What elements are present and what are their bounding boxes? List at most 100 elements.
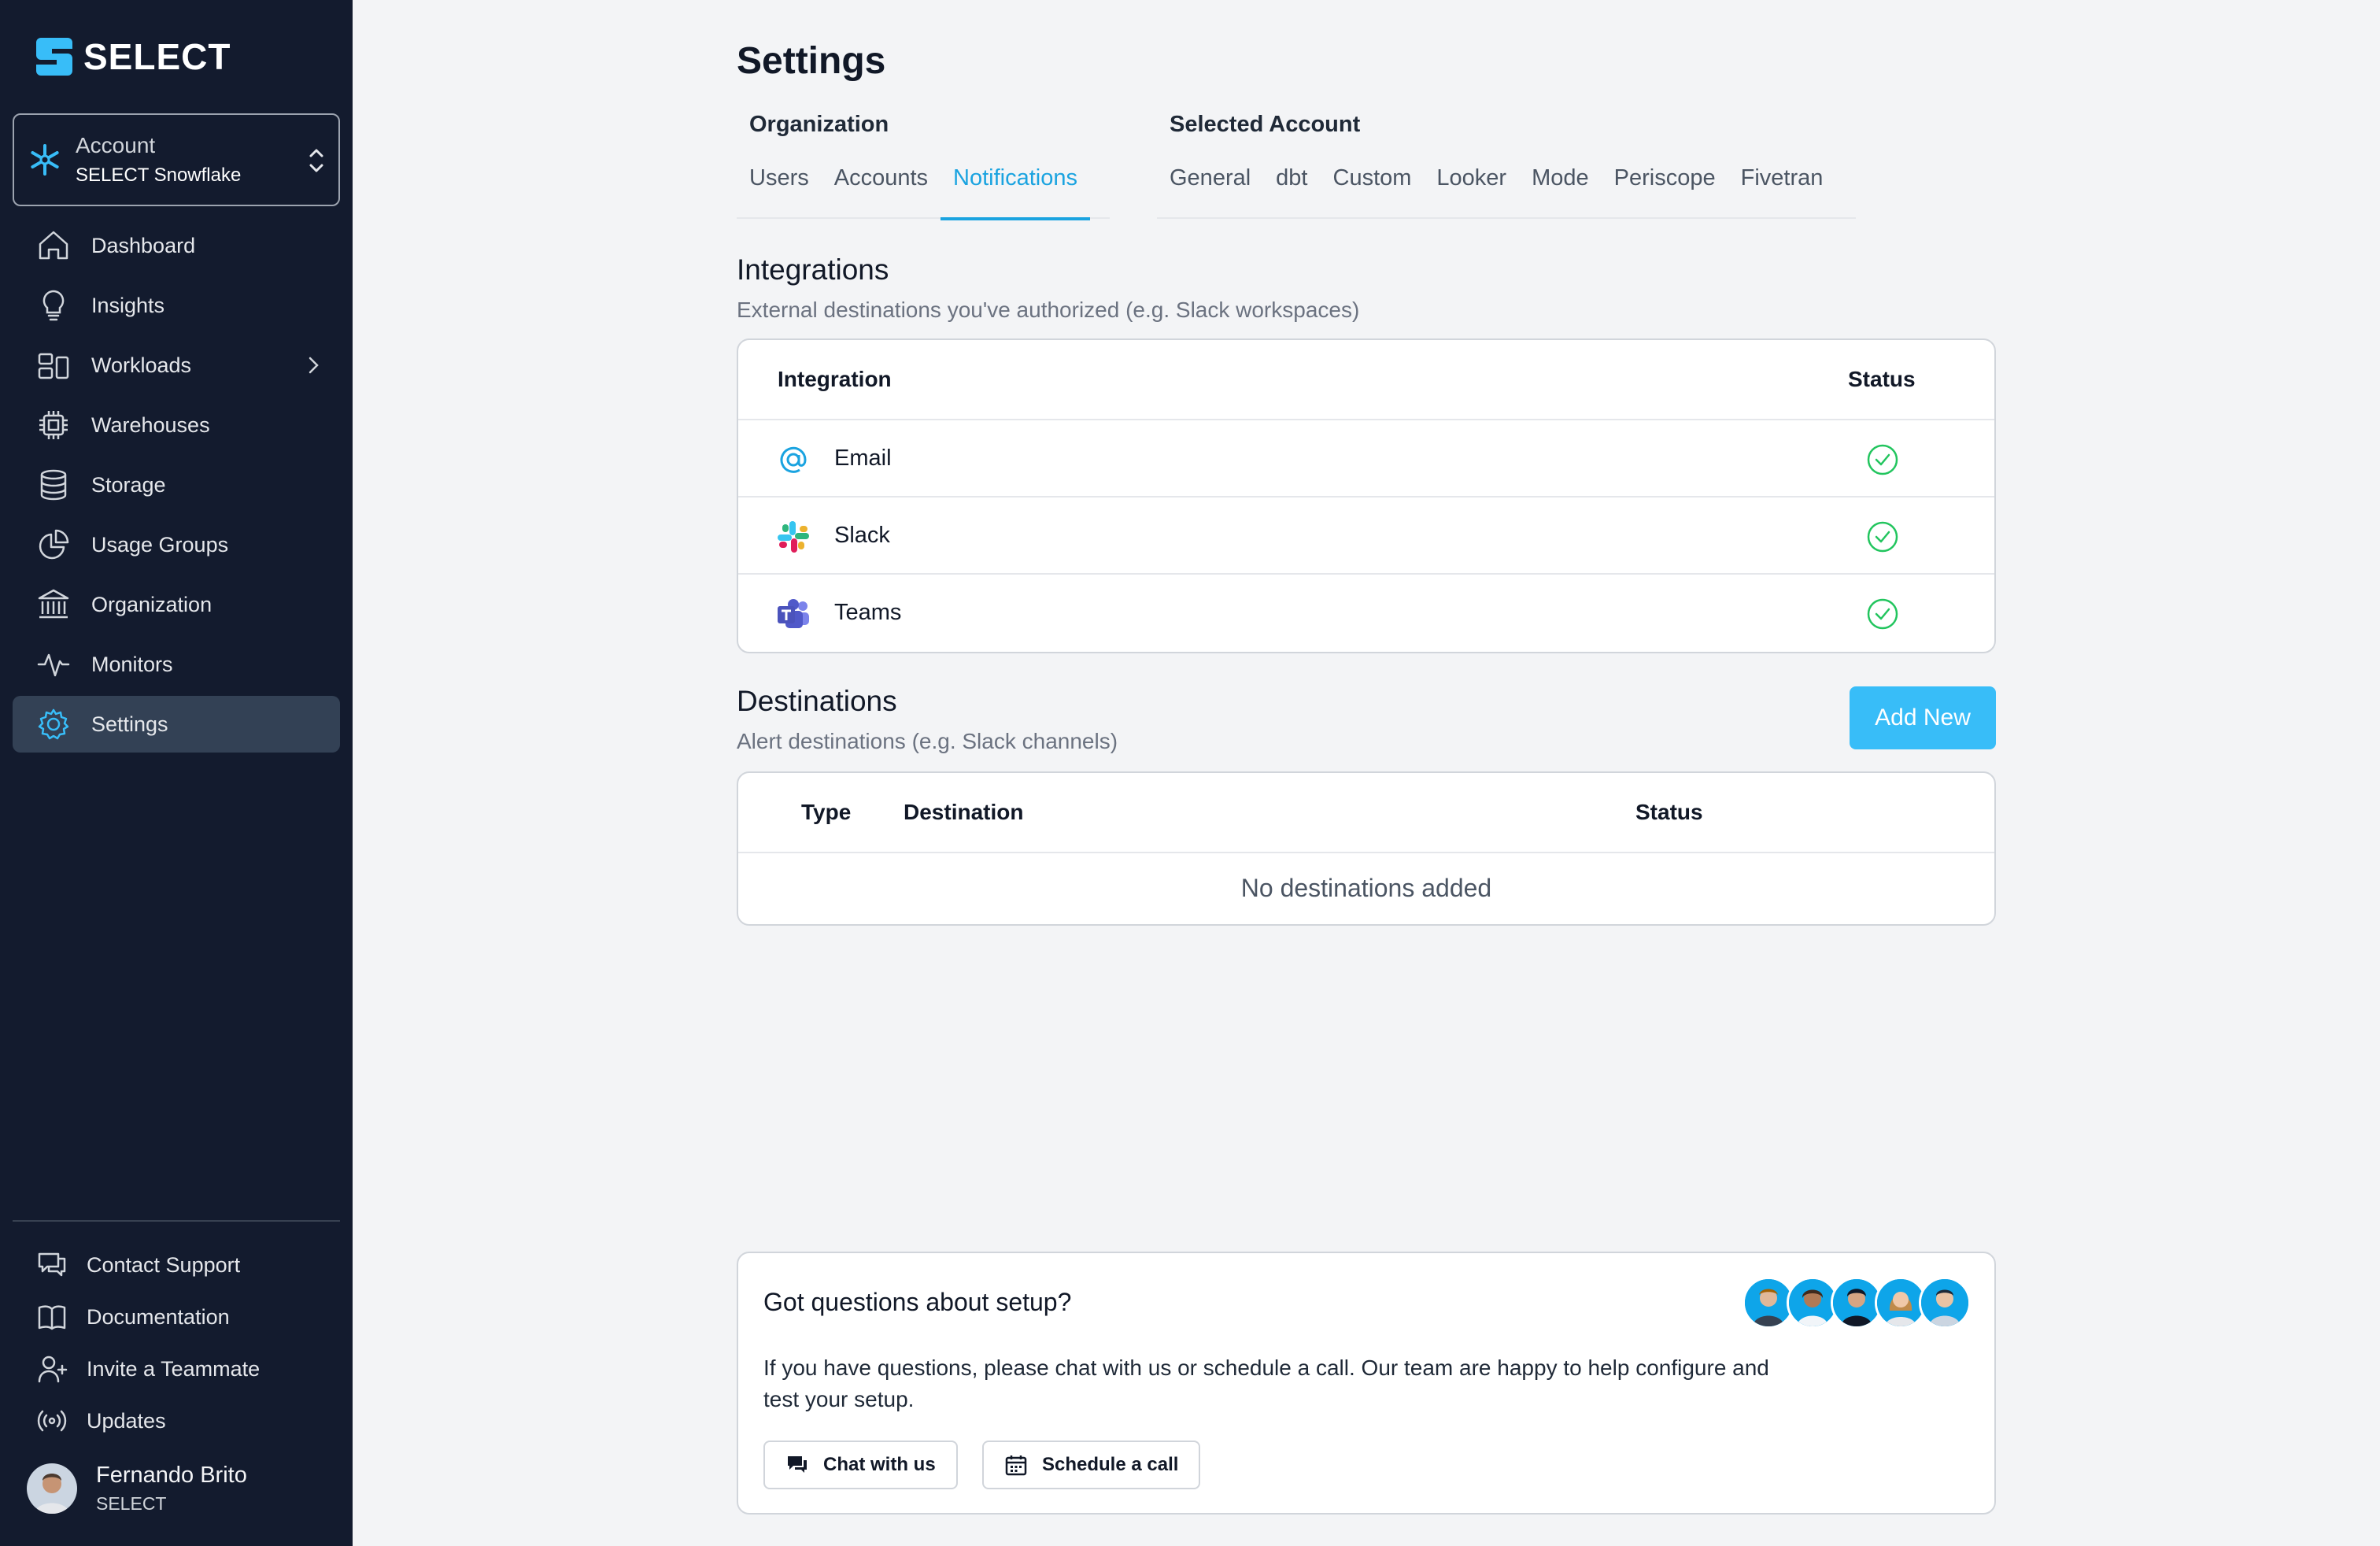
organization-group-label: Organization (749, 112, 889, 137)
nav-item-dashboard[interactable]: Dashboard (13, 217, 340, 274)
account-value: SELECT Snowflake (76, 165, 242, 186)
calendar-icon (1005, 1455, 1027, 1476)
database-icon (40, 469, 67, 501)
invite-teammate-link[interactable]: Invite a Teammate (36, 1343, 335, 1395)
destinations-title: Destinations (737, 685, 897, 717)
footer-nav: Contact Support Documentation Invite a T… (36, 1239, 335, 1447)
nav-label: Dashboard (91, 233, 196, 257)
col-status-header: Status (1848, 367, 1916, 391)
nav-item-usage-groups[interactable]: Usage Groups (13, 516, 340, 573)
col-destination-header: Destination (904, 800, 1024, 824)
nav-label: Monitors (91, 652, 173, 676)
tab-accounts[interactable]: Accounts (822, 161, 941, 219)
table-row: Teams (738, 573, 1994, 650)
tab-dbt[interactable]: dbt (1263, 161, 1320, 219)
lightbulb-icon (42, 290, 65, 321)
main-nav: Dashboard Insights Workloads Warehouses … (13, 217, 340, 756)
selected-account-tab-group: Selected Account General dbt Custom Look… (1157, 112, 1856, 219)
nav-label: Insights (91, 293, 165, 317)
nav-item-organization[interactable]: Organization (13, 576, 340, 633)
selected-account-tab-row: General dbt Custom Looker Mode Periscope… (1157, 161, 1856, 219)
nav-item-insights[interactable]: Insights (13, 277, 340, 334)
organization-tab-group: Organization Users Accounts Notification… (737, 112, 1110, 220)
tab-periscope[interactable]: Periscope (1602, 161, 1728, 219)
chevron-right-icon (309, 357, 319, 374)
footer-nav-label: Contact Support (87, 1252, 241, 1277)
col-type-header: Type (801, 800, 852, 824)
team-avatar (1919, 1277, 1971, 1329)
nav-item-monitors[interactable]: Monitors (13, 636, 340, 693)
home-icon (39, 231, 68, 260)
nav-item-workloads[interactable]: Workloads (13, 337, 340, 394)
sidebar-divider (13, 1220, 340, 1222)
tab-general[interactable]: General (1157, 161, 1263, 219)
integrations-subtitle: External destinations you've authorized … (737, 298, 1360, 322)
integrations-table: Integration Status Email Slack Teams (737, 338, 1996, 653)
team-avatars (1743, 1277, 1971, 1329)
page-title: Settings (737, 40, 886, 82)
account-label: Account (76, 133, 156, 157)
book-icon (38, 1305, 66, 1330)
brand-name: SELECT (83, 36, 231, 77)
user-org: SELECT (96, 1493, 167, 1514)
check-circle-icon (1867, 444, 1898, 475)
account-switcher[interactable]: Account SELECT Snowflake (13, 113, 340, 206)
chat-bubble-icon (788, 1456, 807, 1473)
gear-icon (38, 708, 69, 740)
slack-icon (778, 521, 809, 553)
destinations-table: Type Destination Status No destinations … (737, 771, 1996, 926)
table-row: Email (738, 419, 1994, 496)
integration-name: Email (834, 446, 892, 471)
nav-label: Warehouses (91, 412, 210, 437)
nav-item-warehouses[interactable]: Warehouses (13, 397, 340, 453)
footer-nav-label: Documentation (87, 1304, 230, 1329)
user-profile[interactable]: Fernando Brito SELECT (27, 1463, 247, 1515)
integrations-title: Integrations (737, 253, 889, 286)
avatar (27, 1463, 77, 1514)
chip-icon (39, 411, 68, 439)
pulse-icon (37, 653, 70, 677)
col-status-header: Status (1635, 800, 1703, 824)
pie-chart-icon (39, 529, 69, 560)
documentation-link[interactable]: Documentation (36, 1291, 335, 1343)
add-new-button[interactable]: Add New (1850, 686, 1996, 749)
select-logo-icon (36, 38, 72, 76)
nav-item-storage[interactable]: Storage (13, 457, 340, 513)
integration-name: Slack (834, 523, 890, 548)
footer-nav-label: Updates (87, 1408, 166, 1433)
workloads-icon (38, 353, 69, 379)
empty-message: No destinations added (1240, 874, 1492, 902)
teams-icon (778, 599, 809, 628)
brand-logo[interactable]: SELECT (36, 36, 231, 77)
contact-support-link[interactable]: Contact Support (36, 1239, 335, 1291)
sidebar: SELECT Account SELECT Snowflake Dashboar… (0, 0, 353, 1546)
organization-tab-row: Users Accounts Notifications (737, 161, 1110, 220)
table-row: Slack (738, 496, 1994, 573)
nav-item-settings[interactable]: Settings (13, 696, 340, 753)
chevron-up-down-icon (309, 149, 323, 172)
help-card: Got questions about setup? If you have q… (737, 1252, 1996, 1515)
updates-link[interactable]: Updates (36, 1395, 335, 1447)
nav-label: Storage (91, 472, 166, 497)
footer-nav-label: Invite a Teammate (87, 1356, 261, 1381)
tab-users[interactable]: Users (737, 161, 822, 219)
chat-bubble-icon (38, 1252, 66, 1277)
schedule-call-button[interactable]: Schedule a call (982, 1441, 1201, 1489)
chat-with-us-button[interactable]: Chat with us (763, 1441, 958, 1489)
broadcast-icon (37, 1410, 67, 1432)
user-plus-icon (38, 1356, 68, 1383)
tab-mode[interactable]: Mode (1519, 161, 1602, 219)
user-name: Fernando Brito (96, 1463, 247, 1488)
destinations-subtitle: Alert destinations (e.g. Slack channels) (737, 729, 1118, 753)
tab-looker[interactable]: Looker (1424, 161, 1519, 219)
tab-custom[interactable]: Custom (1321, 161, 1425, 219)
check-circle-icon (1867, 598, 1898, 630)
help-title: Got questions about setup? (763, 1288, 1072, 1316)
tab-fivetran[interactable]: Fivetran (1728, 161, 1836, 219)
tab-notifications[interactable]: Notifications (941, 161, 1090, 220)
at-sign-icon (780, 446, 807, 473)
nav-label: Settings (91, 712, 168, 736)
check-circle-icon (1867, 521, 1898, 553)
schedule-call-label: Schedule a call (1042, 1454, 1179, 1475)
nav-label: Workloads (91, 353, 192, 377)
